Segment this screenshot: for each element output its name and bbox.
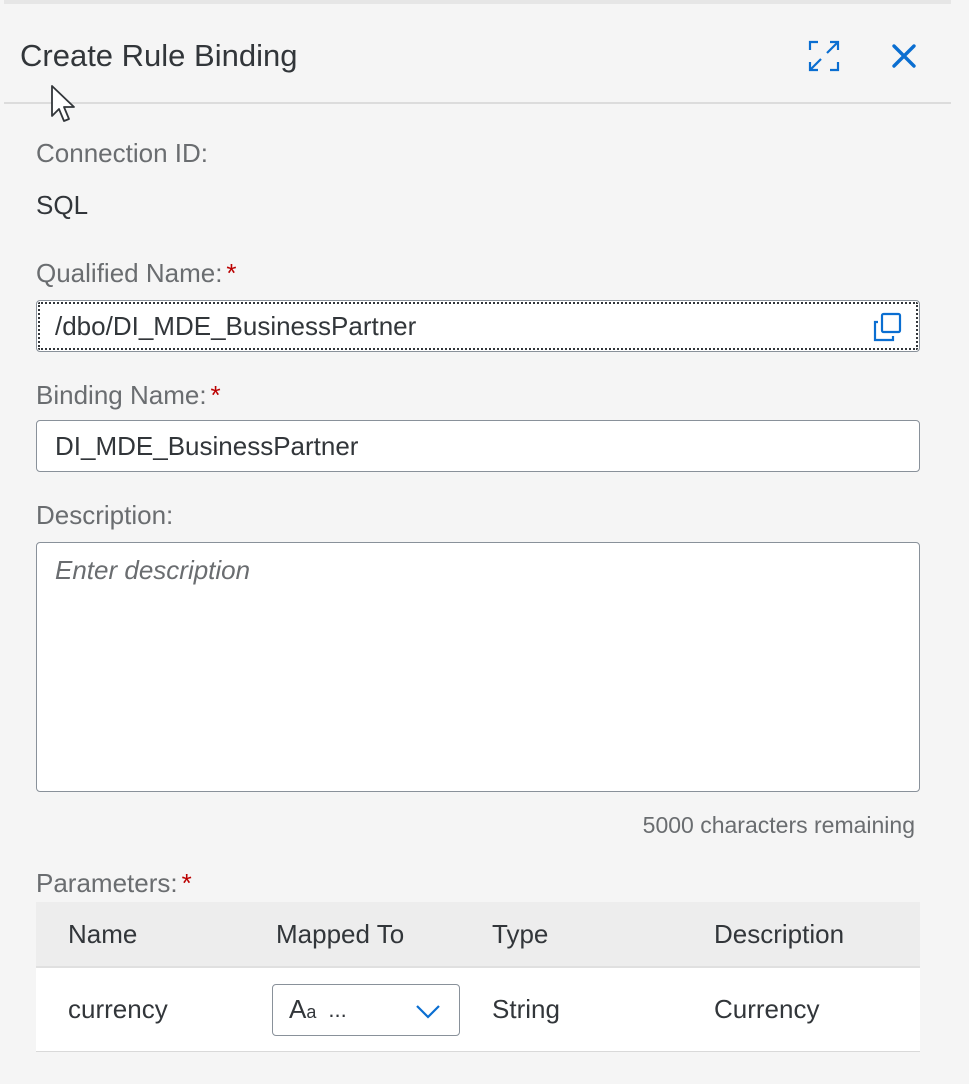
param-description: Currency <box>714 994 820 1024</box>
mapped-to-value: ... <box>328 996 347 1022</box>
character-counter: 5000 characters remaining <box>642 812 915 838</box>
column-header-name: Name <box>68 918 138 949</box>
expand-button[interactable] <box>804 36 844 76</box>
copy-icon[interactable] <box>871 311 903 343</box>
qualified-name-label-text: Qualified Name: <box>36 258 223 288</box>
connection-id-label: Connection ID: <box>36 138 208 168</box>
expand-icon <box>808 40 840 72</box>
column-header-type: Type <box>492 918 549 949</box>
parameters-table: Name Mapped To Type Description currency… <box>36 902 920 1052</box>
required-marker: * <box>181 868 192 898</box>
close-icon <box>892 44 916 68</box>
qualified-name-field[interactable]: /dbo/DI_MDE_BusinessPartner <box>36 300 920 352</box>
text-type-glyph-sub: a <box>306 1002 317 1022</box>
column-header-mapped-to: Mapped To <box>276 918 405 949</box>
connection-id-value: SQL <box>36 190 89 220</box>
binding-name-label-text: Binding Name: <box>36 380 207 410</box>
binding-name-field[interactable]: DI_MDE_BusinessPartner <box>36 420 920 472</box>
table-header: Name Mapped To Type Description <box>36 902 920 968</box>
param-name: currency <box>68 994 168 1024</box>
required-marker: * <box>226 258 237 288</box>
qualified-name-value: /dbo/DI_MDE_BusinessPartner <box>55 310 417 341</box>
close-button[interactable] <box>884 36 924 76</box>
description-textarea[interactable]: Enter description <box>36 542 920 792</box>
param-type: String <box>492 994 560 1024</box>
column-header-description: Description <box>714 918 845 949</box>
text-type-glyph-main: A <box>289 994 307 1024</box>
required-marker: * <box>210 380 221 410</box>
text-type-icon: Aa <box>289 994 316 1025</box>
parameters-label: Parameters: * <box>36 868 192 899</box>
mapped-to-cell: Aa ... <box>242 983 462 1036</box>
description-placeholder: Enter description <box>55 555 251 585</box>
binding-name-label: Binding Name: * <box>36 380 221 411</box>
chevron-down-icon <box>416 1004 440 1019</box>
dialog-title: Create Rule Binding <box>20 38 298 73</box>
qualified-name-label: Qualified Name: * <box>36 258 237 289</box>
parameters-label-text: Parameters: <box>36 868 178 898</box>
table-row: currency Aa ... String Currency <box>36 968 920 1052</box>
description-label: Description: <box>36 500 174 530</box>
dialog-header: Create Rule Binding <box>4 8 951 104</box>
mouse-cursor-icon <box>51 85 75 122</box>
binding-name-value: DI_MDE_BusinessPartner <box>55 430 359 461</box>
mapped-to-select[interactable]: Aa ... <box>272 983 460 1036</box>
create-rule-binding-dialog: Create Rule Binding Connection ID: SQL Q… <box>4 0 951 1084</box>
